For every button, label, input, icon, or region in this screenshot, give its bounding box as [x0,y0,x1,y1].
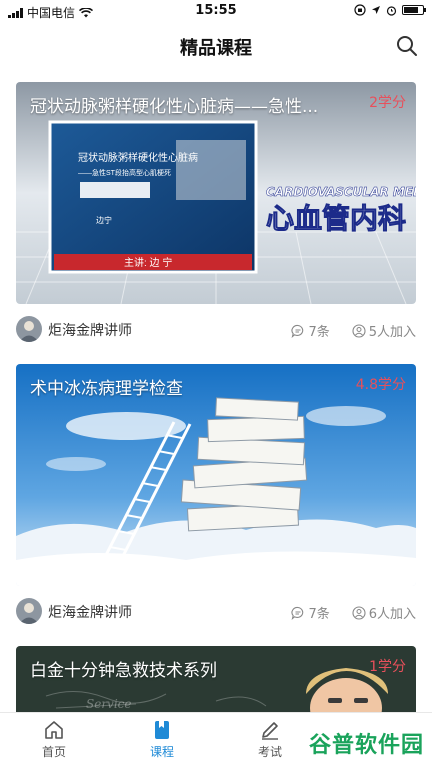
slide-title-line1: 冠状动脉粥样硬化性心脏病 [78,151,198,164]
avatar [16,316,42,342]
comment-count: 7条 [291,603,330,622]
alarm-icon [386,5,397,16]
teacher-name: 炬海金牌讲师 [48,605,132,621]
joined-count-label: 5人加入 [368,325,416,340]
battery-icon [402,5,426,15]
comment-count-label: 7条 [308,325,330,340]
search-icon [397,36,417,56]
location-icon [372,6,380,14]
tab-home-label: 首页 [41,745,66,759]
tab-home[interactable]: 首页 [18,719,90,760]
watermark-logo: 谷普软件园 [308,733,424,758]
course-thumbnail[interactable]: Service 白金十分钟急救技术系列 1学分 [16,646,416,716]
page-title: 精品课程 [180,38,252,59]
comment-count-label: 7条 [308,607,330,622]
slide-lecturer: 主讲: 边 宁 [124,256,172,269]
user-icon [352,323,366,338]
teacher-name: 炬海金牌讲师 [48,323,132,339]
home-icon [45,721,63,739]
course-credit: 1学分 [369,659,406,675]
course-title: 冠状动脉粥样硬化性心脏病——急性... [30,97,319,117]
slide-banner-en: CARDIOVASCULAR MEDICINE [266,185,416,199]
tab-courses-label: 课程 [149,745,174,759]
tab-courses[interactable]: 课程 [126,719,198,760]
course-card[interactable]: 术中冰冻病理学检查 4.8学分 炬海金牌讲师 7条 6人加入 [16,364,416,634]
course-thumbnail[interactable]: 术中冰冻病理学检查 4.8学分 [16,364,416,586]
avatar [16,598,42,624]
slide-banner-cn: 心血管内科 [266,202,406,235]
course-stats: 7条 5人加入 [291,321,416,340]
course-meta: 炬海金牌讲师 7条 6人加入 [16,586,416,634]
status-bar: 中国电信 15:55 [0,0,432,22]
course-credit: 2学分 [369,95,406,111]
joined-count-label: 6人加入 [368,607,416,622]
course-credit: 4.8学分 [355,377,406,393]
comment-icon [291,606,304,620]
tab-exam-label: 考试 [257,745,282,759]
course-card[interactable]: 冠状动脉粥样硬化性心脏病 ——急性ST段抬高型心肌梗死 边宁 主讲: 边 宁 C… [16,82,416,352]
orientation-lock-icon [354,4,366,16]
course-title: 术中冰冻病理学检查 [30,379,183,399]
joined-count: 5人加入 [352,321,416,340]
chalk-text: Service [86,697,132,711]
book-icon [155,721,169,739]
status-right [354,4,426,16]
course-card[interactable]: Service 白金十分钟急救技术系列 1学分 [16,646,416,716]
page-header: 精品课程 [0,22,432,70]
course-title: 白金十分钟急救技术系列 [30,661,217,681]
comment-icon [291,324,304,338]
course-stats: 7条 6人加入 [291,603,416,622]
bottom-tab-bar: 首页 课程 考试 谷普软件园 [0,712,432,768]
course-thumbnail[interactable]: 冠状动脉粥样硬化性心脏病 ——急性ST段抬高型心肌梗死 边宁 主讲: 边 宁 C… [16,82,416,304]
joined-count: 6人加入 [352,603,416,622]
slide-title-line2: ——急性ST段抬高型心肌梗死 [78,168,171,177]
user-icon [352,605,366,620]
slide-presenter: 边宁 [96,215,112,225]
pencil-icon [262,722,278,740]
course-meta: 炬海金牌讲师 7条 5人加入 [16,304,416,352]
tab-exam[interactable]: 考试 [234,719,306,760]
comment-count: 7条 [291,321,330,340]
search-button[interactable] [396,35,418,57]
